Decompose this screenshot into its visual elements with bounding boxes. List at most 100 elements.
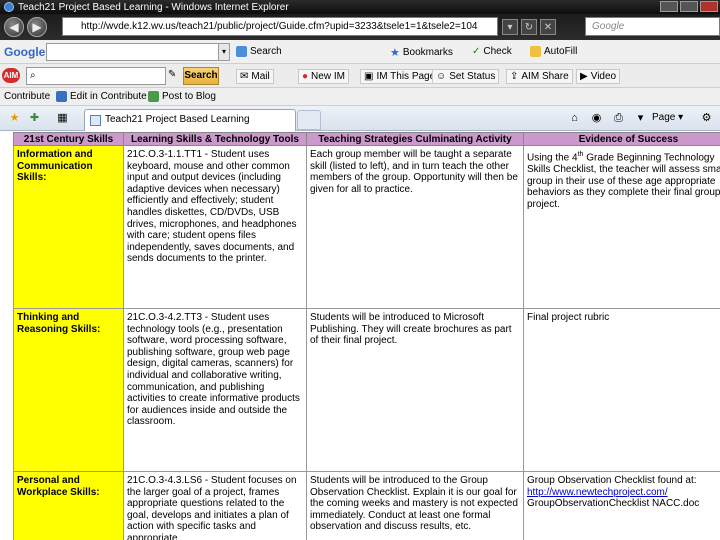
chevron-down-icon[interactable]: ▾ [634,112,647,125]
google-search-input[interactable] [46,43,222,61]
maximize-button[interactable] [680,1,698,12]
status-icon: ☺ [436,71,447,82]
minimize-button[interactable] [660,1,678,12]
mail-icon: ✉ [240,71,249,82]
add-favorite-icon[interactable]: ✚ [28,112,41,125]
aim-logo: AIM [2,68,20,83]
window-title: Teach21 Project Based Learning - Windows… [18,1,289,13]
stop-icon[interactable]: ✕ [540,19,556,35]
address-input[interactable]: http://wvde.k12.wv.us/teach21/public/pro… [62,17,498,36]
new-im-icon: ● [302,71,309,82]
tab-title: Teach21 Project Based Learning [105,114,250,125]
google-autofill-button[interactable]: AutoFill [530,46,577,57]
table-row: Personal and Workplace Skills: 21C.O.3-4… [13,471,720,540]
google-bookmarks-label: Bookmarks [402,47,453,58]
tools-cell: 21C.O.3-1.1.TT1 - Student uses keyboard,… [123,145,307,309]
share-icon: ⇪ [510,71,519,82]
blog-icon [148,91,159,102]
tools-cell: 21C.O.3-4.3.LS6 - Student focuses on the… [123,471,307,540]
evidence-cell: Group Observation Checklist found at: ht… [523,471,720,540]
post-to-blog-button[interactable]: Post to Blog [148,91,216,102]
google-autofill-label: AutoFill [544,46,578,57]
home-icon[interactable]: ⌂ [568,112,581,125]
aim-im-page-label: IM This Page [376,71,436,82]
address-actions: ▾ ↻ ✕ [502,19,556,35]
tab-command-bar: ★ ✚ ▦ Teach21 Project Based Learning ⌂ ◉… [0,106,720,131]
page-icon [90,115,101,126]
window-title-bar: Teach21 Project Based Learning - Windows… [0,0,720,14]
new-tab-button[interactable] [297,110,321,130]
page-menu-label: Page [652,112,676,123]
column-header: Evidence of Success [523,132,720,146]
forward-button[interactable]: ▶ [27,17,47,37]
search-icon [236,46,247,57]
evidence-text: Group Observation Checklist found at: [527,475,697,486]
google-toolbar: Google ▾ Search ★ Bookmarks ✓ Check Auto… [0,40,720,64]
favorites-star-icon[interactable]: ★ [8,112,21,125]
table-header-row: 21st Century Skills Learning Skills & Te… [13,132,720,146]
page-menu-button[interactable]: Page ▾ [652,112,683,123]
edit-in-contribute-button[interactable]: Edit in Contribute [56,91,147,102]
star-icon: ★ [390,47,400,59]
chevron-down-icon[interactable]: ▾ [218,43,230,61]
aim-mail-button[interactable]: ✉ Mail [236,69,274,84]
back-button[interactable]: ◀ [4,17,24,37]
window-controls [660,1,718,12]
contribute-button[interactable]: Contribute [4,91,50,102]
autofill-icon [530,46,541,57]
skill-cell: Information and Communication Skills: [13,145,124,309]
address-bar-row: ◀ ▶ http://wvde.k12.wv.us/teach21/public… [0,14,720,40]
abc-check-icon: ✓ [472,46,481,57]
post-to-blog-label: Post to Blog [162,91,216,102]
close-window-button[interactable] [700,1,718,12]
skills-table: 21st Century Skills Learning Skills & Te… [13,132,720,540]
strategies-cell: Students will be introduced to the Group… [306,471,524,540]
edit-icon [56,91,67,102]
table-row: Information and Communication Skills: 21… [13,145,720,309]
skill-cell: Personal and Workplace Skills: [13,471,124,540]
aim-new-im-button[interactable]: ● New IM [298,69,349,84]
skill-cell: Thinking and Reasoning Skills: [13,308,124,472]
magnifier-icon: ⌕ [30,70,36,81]
aim-video-button[interactable]: ▶ Video [576,69,621,84]
aim-set-status-label: Set Status [449,71,496,82]
aim-video-label: Video [590,71,617,82]
column-header: Learning Skills & Technology Tools [123,132,307,146]
evidence-link[interactable]: http://www.newtechproject.com/ [527,487,720,499]
strategies-cell: Students will be introduced to Microsoft… [306,308,524,472]
pencil-icon[interactable]: ✎ [168,69,176,80]
page-content: 21st Century Skills Learning Skills & Te… [0,132,720,540]
aim-share-button[interactable]: ⇪ AIM Share [506,69,573,84]
aim-mail-label: Mail [251,71,270,82]
tab-teach21[interactable]: Teach21 Project Based Learning [84,109,296,131]
evidence-cell: Final project rubric [523,308,720,472]
aim-new-im-label: New IM [311,71,345,82]
im-page-icon: ▣ [364,71,374,82]
tools-icon[interactable]: ⚙ [700,112,713,125]
column-header: 21st Century Skills [13,132,124,146]
aim-im-page-button[interactable]: ▣ IM This Page [360,69,440,84]
google-search-button[interactable]: Search [236,46,282,57]
google-bookmarks-button[interactable]: ★ Bookmarks [390,46,453,59]
edit-in-contribute-label: Edit in Contribute [70,91,147,102]
dropdown-icon[interactable]: ▾ [502,19,518,35]
refresh-icon[interactable]: ↻ [521,19,537,35]
live-search-input[interactable]: Google [585,17,720,36]
strategies-cell: Each group member will be taught a separ… [306,145,524,309]
print-icon[interactable]: ⎙ [612,112,625,125]
feeds-icon[interactable]: ◉ [590,112,603,125]
aim-search-button[interactable]: Search [183,67,219,85]
google-check-button[interactable]: ✓ Check [472,46,512,57]
google-check-label: Check [483,46,512,57]
internet-explorer-icon [4,2,14,12]
tools-cell: 21C.O.3-4.2.TT3 - Student uses technolog… [123,308,307,472]
evidence-text: GroupObservationChecklist NACC.doc [527,498,700,510]
contribute-toolbar: Contribute Edit in Contribute Post to Bl… [0,88,720,106]
video-icon: ▶ [580,71,588,82]
tab-list-icon[interactable]: ▦ [56,112,69,125]
google-search-label: Search [250,46,282,57]
aim-search-input[interactable] [26,67,166,85]
column-header: Teaching Strategies Culminating Activity [306,132,524,146]
contribute-label: Contribute [4,91,51,102]
aim-set-status-button[interactable]: ☺ Set Status [432,69,500,84]
